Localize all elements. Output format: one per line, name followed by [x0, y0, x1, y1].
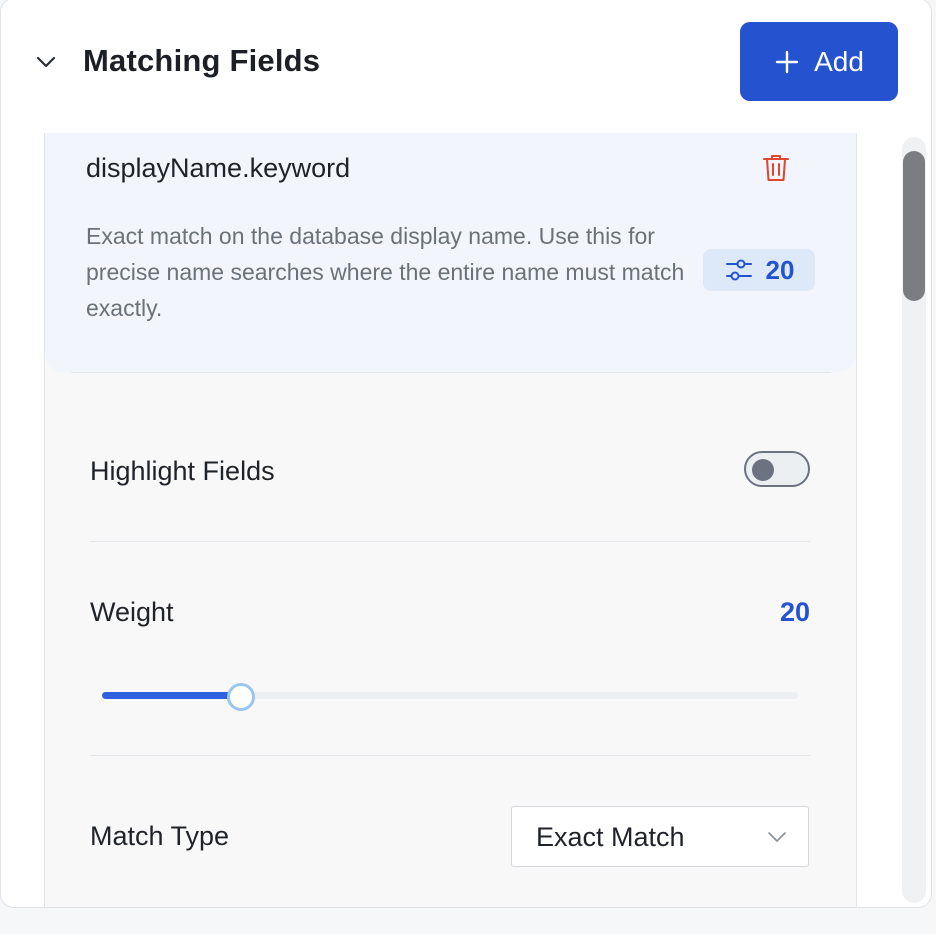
field-summary[interactable]: displayName.keyword Exact match on the d… — [45, 133, 856, 372]
match-type-value: Exact Match — [536, 822, 685, 852]
highlight-fields-label: Highlight Fields — [90, 456, 275, 486]
panel-title: Matching Fields — [83, 43, 321, 78]
match-type-select[interactable]: Exact Match — [511, 806, 809, 867]
divider — [71, 372, 831, 373]
highlight-fields-toggle[interactable] — [744, 451, 810, 487]
weight-slider[interactable] — [102, 682, 798, 711]
scrollbar-thumb[interactable] — [903, 151, 925, 301]
chevron-down-icon[interactable] — [33, 49, 59, 75]
weight-badge-value: 20 — [765, 254, 795, 285]
field-card: displayName.keyword Exact match on the d… — [44, 133, 857, 907]
matching-fields-panel: Matching Fields Add displayName.keyword — [0, 0, 932, 908]
weight-label: Weight — [90, 597, 174, 627]
slider-fill — [102, 692, 241, 699]
weight-badge: 20 — [703, 249, 815, 291]
match-type-label: Match Type — [90, 821, 230, 851]
toggle-knob — [752, 459, 774, 481]
weight-value: 20 — [779, 597, 810, 627]
field-name: displayName.keyword — [86, 153, 351, 183]
trash-icon[interactable] — [762, 153, 790, 183]
divider — [90, 541, 810, 542]
panel-header: Matching Fields Add — [1, 0, 931, 131]
fields-list[interactable]: displayName.keyword Exact match on the d… — [1, 133, 931, 907]
sliders-icon — [725, 259, 752, 281]
add-button[interactable]: Add — [740, 22, 898, 101]
scrollbar[interactable] — [902, 137, 926, 903]
plus-icon — [775, 50, 799, 73]
chevron-down-icon — [768, 832, 786, 842]
add-button-label: Add — [814, 45, 864, 77]
divider — [90, 755, 810, 756]
field-description: Exact match on the database display name… — [86, 223, 685, 321]
slider-thumb[interactable] — [227, 683, 255, 711]
